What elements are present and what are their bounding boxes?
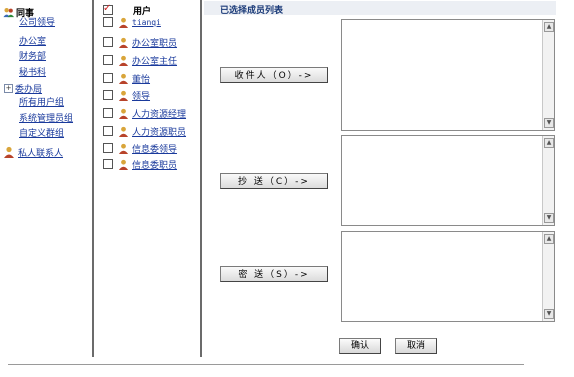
bcc-button[interactable]: 密 送（S）-> — [220, 266, 328, 282]
user-checkbox[interactable] — [103, 159, 113, 169]
user-row: 人力资源经理 — [103, 106, 186, 120]
user-name-link[interactable]: tianqi — [132, 18, 161, 27]
user-name-link[interactable]: 董怡 — [132, 72, 150, 85]
cancel-button[interactable]: 取消 — [395, 338, 437, 354]
user-name-link[interactable]: 领导 — [132, 89, 150, 102]
tree-item-office[interactable]: 办公室 — [19, 35, 46, 49]
separator-left — [92, 0, 94, 357]
user-row: 信息委职员 — [103, 157, 177, 171]
person-icon — [118, 73, 129, 84]
user-checkbox[interactable] — [103, 17, 113, 27]
people-icon — [3, 7, 14, 17]
scroll-down-icon[interactable]: ▼ — [544, 213, 554, 223]
user-row: 人力资源职员 — [103, 124, 186, 138]
user-row: 办公室职员 — [103, 35, 177, 49]
user-row: 领导 — [103, 88, 150, 102]
private-contacts-label: 私人联系人 — [18, 148, 64, 159]
scroll-down-icon[interactable]: ▼ — [544, 309, 554, 319]
user-row: 董怡 — [103, 71, 150, 85]
to-recipients-list[interactable]: ▲ ▼ — [341, 19, 555, 131]
person-icon — [118, 55, 129, 66]
user-name-link[interactable]: 信息委领导 — [132, 142, 177, 155]
separator-right — [200, 0, 202, 357]
user-row: 信息委领导 — [103, 141, 177, 155]
to-recipients-button[interactable]: 收件人（O）-> — [220, 67, 328, 83]
user-checkbox[interactable] — [103, 55, 113, 65]
user-checkbox[interactable] — [103, 108, 113, 118]
user-name-link[interactable]: 人力资源经理 — [132, 107, 186, 120]
selected-members-title-bar: 已选择成员列表 — [204, 1, 556, 16]
tree-item-bureaus-label: 委办局 — [15, 84, 43, 95]
scroll-up-icon[interactable]: ▲ — [544, 234, 554, 244]
tree-item-private-contacts[interactable]: 私人联系人 — [3, 144, 63, 160]
panel-title: 已选择成员列表 — [220, 6, 284, 16]
user-name-link[interactable]: 人力资源职员 — [132, 125, 186, 138]
person-icon — [118, 90, 129, 101]
person-icon — [118, 126, 129, 137]
scroll-up-icon[interactable]: ▲ — [544, 138, 554, 148]
cc-list[interactable]: ▲ ▼ — [341, 135, 555, 226]
tree-item-custom-groups[interactable]: 自定义群组 — [19, 127, 64, 141]
user-checkbox[interactable] — [103, 143, 113, 153]
tree-item-bureaus[interactable]: + 委办局 — [4, 81, 42, 95]
person-icon — [4, 146, 14, 158]
cc-button[interactable]: 抄 送（C）-> — [220, 173, 328, 189]
user-row: tianqi — [103, 15, 161, 29]
person-icon — [118, 17, 129, 28]
select-all-checkbox[interactable] — [103, 3, 113, 15]
scroll-up-icon[interactable]: ▲ — [544, 22, 554, 32]
bottom-divider — [8, 364, 524, 365]
bcc-list[interactable]: ▲ ▼ — [341, 231, 555, 322]
group-tree: 同事 公司领导 办公室 财务部 秘书科 + 委办局 所有用户组 系统管理员组 自… — [0, 0, 92, 357]
to-list-scrollbar[interactable]: ▲ ▼ — [542, 20, 554, 130]
person-icon — [118, 159, 129, 170]
person-icon — [118, 37, 129, 48]
tree-item-secretary[interactable]: 秘书科 — [19, 66, 46, 80]
user-checkbox[interactable] — [103, 73, 113, 83]
tree-item-finance[interactable]: 财务部 — [19, 50, 46, 64]
user-name-link[interactable]: 办公室职员 — [132, 36, 177, 49]
tree-item-all-user-groups[interactable]: 所有用户组 — [19, 96, 64, 110]
user-name-link[interactable]: 办公室主任 — [132, 54, 177, 67]
cc-list-scrollbar[interactable]: ▲ ▼ — [542, 136, 554, 225]
confirm-button[interactable]: 确认 — [339, 338, 381, 354]
scroll-down-icon[interactable]: ▼ — [544, 118, 554, 128]
bcc-list-scrollbar[interactable]: ▲ ▼ — [542, 232, 554, 321]
user-row: 办公室主任 — [103, 53, 177, 67]
tree-item-company-leaders[interactable]: 公司领导 — [19, 16, 55, 30]
user-checkbox[interactable] — [103, 37, 113, 47]
tree-item-sysadmin-group[interactable]: 系统管理员组 — [19, 112, 73, 126]
user-checkbox[interactable] — [103, 90, 113, 100]
user-list: 用户 tianqi 办公室职员 办公室主任 董怡 领导 人力资源经理 人力资源职… — [100, 0, 200, 357]
user-checkbox[interactable] — [103, 126, 113, 136]
plus-expander-icon[interactable]: + — [4, 83, 13, 93]
person-icon — [118, 108, 129, 119]
person-icon — [118, 143, 129, 154]
user-name-link[interactable]: 信息委职员 — [132, 158, 177, 171]
